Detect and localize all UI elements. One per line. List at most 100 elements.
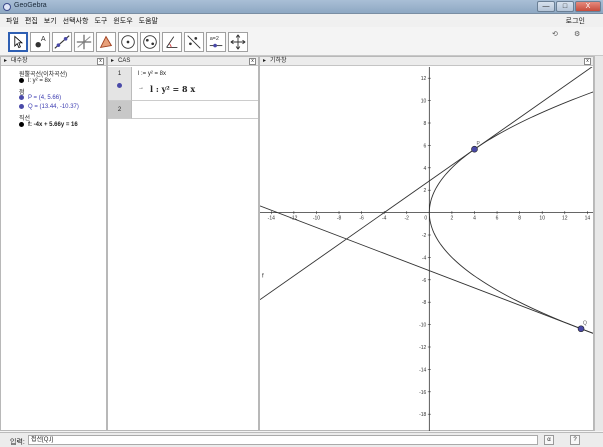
parabola-curve bbox=[428, 91, 593, 334]
angle-tool-icon[interactable] bbox=[162, 32, 182, 52]
menu-options[interactable]: 선택사항 bbox=[63, 16, 89, 26]
y-tick-label: -10 bbox=[419, 323, 426, 329]
x-tick-label: -10 bbox=[313, 216, 320, 222]
svg-text:A: A bbox=[41, 34, 46, 43]
cas-output-1: l : y² = 8 x bbox=[150, 84, 196, 94]
input-bar[interactable]: 접선[Q,l] bbox=[28, 435, 538, 445]
x-tick-label: 8 bbox=[518, 216, 521, 222]
cas-row-dot-icon[interactable] bbox=[117, 83, 122, 88]
cas-input-1[interactable]: l := y² = 8x bbox=[138, 71, 166, 77]
close-button[interactable]: X bbox=[575, 1, 601, 12]
point-label-P: P bbox=[476, 141, 480, 147]
menu-help[interactable]: 도움말 bbox=[139, 16, 158, 26]
y-tick-label: -12 bbox=[419, 345, 426, 351]
graphics-panel: ▸ 기하창 x -14 -12 -10 -8 -6 -4 -2 0 2 4 6 8 10 12 14 12 10… bbox=[259, 56, 594, 431]
circle-tool-icon[interactable] bbox=[118, 32, 138, 52]
graphics-title: 기하창 bbox=[270, 58, 287, 64]
y-tick-label: 8 bbox=[424, 121, 427, 127]
undo-icon[interactable]: ⟲ bbox=[552, 30, 558, 38]
graphics-panel-header: ▸ 기하창 x bbox=[260, 57, 593, 66]
visibility-dot-icon[interactable] bbox=[19, 104, 24, 109]
window-controls: — □ X bbox=[537, 1, 601, 12]
y-tick-label: 6 bbox=[424, 143, 427, 149]
algebra-header-conic: 원뿔곡선(이차곡선) bbox=[19, 72, 68, 78]
settings-icon[interactable]: ⚙ bbox=[574, 30, 580, 38]
y-tick-label: 4 bbox=[424, 166, 427, 172]
algebra-close-icon[interactable]: x bbox=[97, 58, 104, 65]
geogebra-window: GeoGebra — □ X 파일 편집 보기 선택사항 도구 윈도우 도움말 … bbox=[0, 0, 603, 447]
algebra-item-conic[interactable]: l: y² = 8x bbox=[19, 78, 51, 84]
graphics-canvas[interactable]: -14 -12 -10 -8 -6 -4 -2 0 2 4 6 8 10 12 14 12 10 8 6 4 2 -2 -4… bbox=[260, 67, 593, 431]
tangent-line-f bbox=[260, 67, 593, 301]
menu-window[interactable]: 윈도우 bbox=[113, 16, 132, 26]
slider-label: a=2 bbox=[210, 36, 219, 42]
x-tick-label: 12 bbox=[562, 216, 568, 222]
y-tick-label: 10 bbox=[421, 99, 427, 105]
algebra-item-P[interactable]: P = (4, 5.66) bbox=[19, 95, 61, 101]
window-title: GeoGebra bbox=[14, 2, 47, 9]
x-tick-label: 6 bbox=[496, 216, 499, 222]
point-tool-icon[interactable]: A bbox=[30, 32, 50, 52]
line-tool-icon[interactable] bbox=[52, 32, 72, 52]
y-tick-label: -8 bbox=[422, 300, 427, 306]
tangent-line-q bbox=[260, 205, 593, 334]
panel-arrow-icon[interactable]: ▸ bbox=[263, 57, 266, 66]
maximize-button[interactable]: □ bbox=[556, 1, 574, 12]
x-tick-label: 4 bbox=[473, 216, 476, 222]
cas-row-num-text: 2 bbox=[117, 107, 122, 113]
x-tick-label: -4 bbox=[382, 216, 387, 222]
help-button[interactable]: ? bbox=[570, 435, 580, 445]
x-tick-label: 2 bbox=[451, 216, 454, 222]
panel-arrow-icon[interactable]: ▸ bbox=[111, 57, 114, 66]
slider-tool-icon[interactable]: a=2 bbox=[206, 32, 226, 52]
input-bar-value: 접선[Q,l] bbox=[31, 437, 54, 443]
symbol-button[interactable]: α bbox=[544, 435, 554, 445]
cas-panel-header: ▸ CAS x bbox=[108, 57, 258, 66]
move-tool-icon[interactable] bbox=[8, 32, 28, 52]
y-tick-label: -16 bbox=[419, 390, 426, 396]
menu-tools[interactable]: 도구 bbox=[94, 16, 107, 26]
x-tick-label: -8 bbox=[337, 216, 342, 222]
algebra-item-text: l: y² = 8x bbox=[28, 78, 51, 85]
signin-link[interactable]: 로그인 bbox=[566, 16, 585, 26]
cas-row-num-text: 1 bbox=[117, 71, 122, 77]
menu-file[interactable]: 파일 bbox=[6, 16, 19, 26]
y-tick-label: 2 bbox=[424, 188, 427, 194]
toolbar: A a=2 bbox=[0, 28, 603, 56]
title-bar: GeoGebra — □ X bbox=[0, 0, 603, 14]
menu-view[interactable]: 보기 bbox=[44, 16, 57, 26]
x-tick-label: -6 bbox=[359, 216, 364, 222]
algebra-item-text: Q = (13.44, -10.37) bbox=[28, 104, 79, 111]
visibility-dot-icon[interactable] bbox=[19, 122, 24, 127]
algebra-item-Q[interactable]: Q = (13.44, -10.37) bbox=[19, 104, 79, 110]
minimize-button[interactable]: — bbox=[537, 1, 555, 12]
x-tick-label: -2 bbox=[405, 216, 410, 222]
cas-panel: ▸ CAS x 1 l := y² = 8x → l : y² = 8 x 2 bbox=[107, 56, 259, 431]
reflect-tool-icon[interactable] bbox=[184, 32, 204, 52]
cas-cell-2[interactable] bbox=[132, 101, 258, 119]
cas-row-number[interactable]: 2 bbox=[108, 101, 132, 119]
cas-title: CAS bbox=[118, 58, 131, 64]
ellipse-tool-icon[interactable] bbox=[140, 32, 160, 52]
cas-close-icon[interactable]: x bbox=[249, 58, 256, 65]
perpendicular-tool-icon[interactable] bbox=[74, 32, 94, 52]
graphics-close-icon[interactable]: x bbox=[584, 58, 591, 65]
status-bar: 입력: 접선[Q,l] α ? bbox=[0, 432, 603, 447]
panel-arrow-icon[interactable]: ▸ bbox=[4, 57, 7, 66]
visibility-dot-icon[interactable] bbox=[19, 95, 24, 100]
polygon-tool-icon[interactable] bbox=[96, 32, 116, 52]
x-tick-label: 10 bbox=[539, 216, 545, 222]
y-tick-label: -14 bbox=[419, 367, 426, 373]
menu-edit[interactable]: 편집 bbox=[25, 16, 38, 26]
algebra-panel: ▸ 대수창 x 원뿔곡선(이차곡선) l: y² = 8x 점 P = (4, … bbox=[0, 56, 107, 431]
cas-row-number[interactable]: 1 bbox=[108, 67, 132, 101]
algebra-item-f[interactable]: f: -4x + 5.66y = 16 bbox=[19, 122, 78, 128]
input-bar-label: 입력: bbox=[10, 439, 25, 446]
y-tick-label: -2 bbox=[422, 233, 427, 239]
x-tick-label: -14 bbox=[268, 216, 275, 222]
visibility-dot-icon[interactable] bbox=[19, 78, 24, 83]
point-label-Q: Q bbox=[583, 321, 587, 327]
line-f-label: f bbox=[262, 274, 264, 280]
cas-cell-1[interactable]: l := y² = 8x → l : y² = 8 x bbox=[132, 67, 258, 101]
move-graphics-tool-icon[interactable] bbox=[228, 32, 248, 52]
